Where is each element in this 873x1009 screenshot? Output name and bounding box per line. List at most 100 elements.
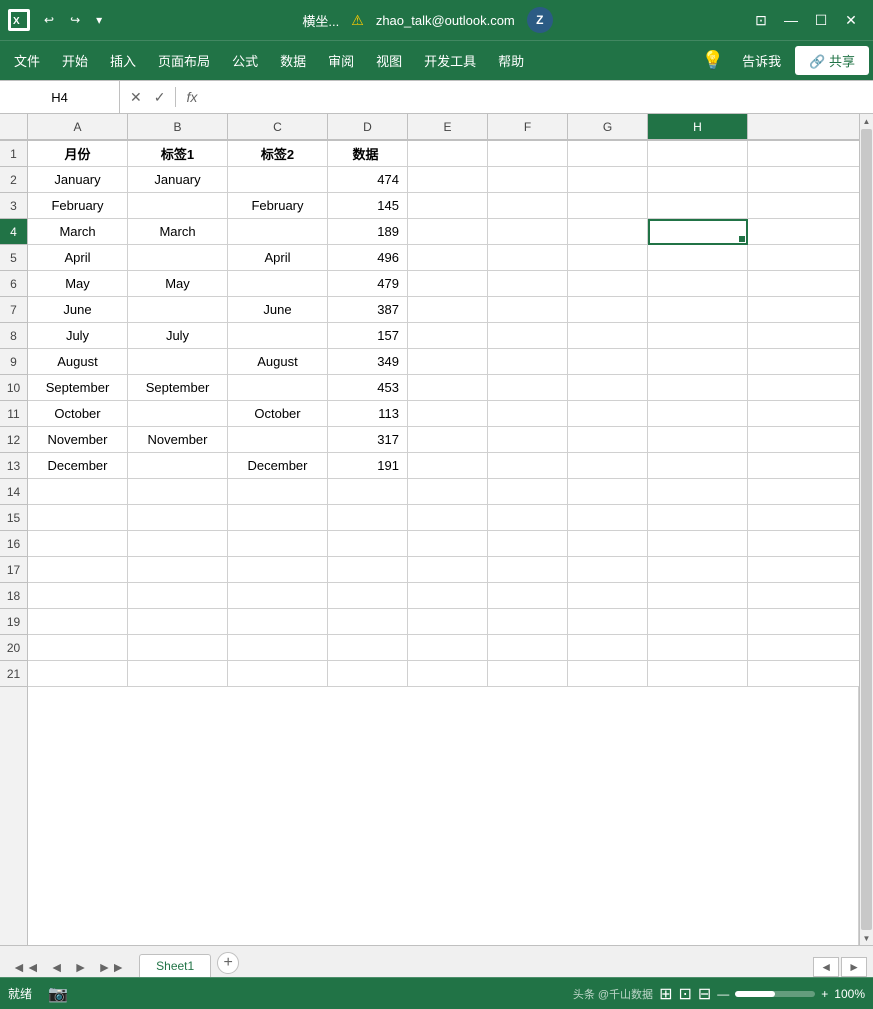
cell-g8[interactable] [568, 323, 648, 349]
cell-e2[interactable] [408, 167, 488, 193]
cell-h4[interactable] [648, 219, 748, 245]
row-num-18[interactable]: 18 [0, 583, 27, 609]
cell-b5[interactable] [128, 245, 228, 271]
zoom-plus[interactable]: + [821, 987, 828, 1001]
cell-e14[interactable] [408, 479, 488, 505]
cell-b8[interactable]: July [128, 323, 228, 349]
tell-me-text[interactable]: 告诉我 [736, 47, 787, 74]
cell-h8[interactable] [648, 323, 748, 349]
fx-button[interactable]: fx [182, 87, 201, 107]
cell-e16[interactable] [408, 531, 488, 557]
cell-g17[interactable] [568, 557, 648, 583]
cell-a9[interactable]: August [28, 349, 128, 375]
cell-b2[interactable]: January [128, 167, 228, 193]
cell-h16[interactable] [648, 531, 748, 557]
menu-help[interactable]: 帮助 [488, 47, 534, 74]
cell-b1[interactable]: 标签1 [128, 141, 228, 167]
cell-c15[interactable] [228, 505, 328, 531]
scroll-left-button[interactable]: ◄ [813, 957, 839, 977]
close-button[interactable]: ✕ [837, 7, 865, 33]
formula-input[interactable] [207, 81, 873, 113]
cell-g12[interactable] [568, 427, 648, 453]
cell-d14[interactable] [328, 479, 408, 505]
cell-a18[interactable] [28, 583, 128, 609]
cell-b21[interactable] [128, 661, 228, 687]
cell-d6[interactable]: 479 [328, 271, 408, 297]
menu-review[interactable]: 审阅 [318, 47, 364, 74]
row-num-15[interactable]: 15 [0, 505, 27, 531]
menu-file[interactable]: 文件 [4, 47, 50, 74]
cell-c7[interactable]: June [228, 297, 328, 323]
cell-a10[interactable]: September [28, 375, 128, 401]
cell-g6[interactable] [568, 271, 648, 297]
cell-a1[interactable]: 月份 [28, 141, 128, 167]
cell-b12[interactable]: November [128, 427, 228, 453]
cell-f14[interactable] [488, 479, 568, 505]
cell-f20[interactable] [488, 635, 568, 661]
cell-c17[interactable] [228, 557, 328, 583]
cell-f17[interactable] [488, 557, 568, 583]
cell-h21[interactable] [648, 661, 748, 687]
cell-c2[interactable] [228, 167, 328, 193]
cell-b20[interactable] [128, 635, 228, 661]
cell-f10[interactable] [488, 375, 568, 401]
cell-e15[interactable] [408, 505, 488, 531]
row-num-12[interactable]: 12 [0, 427, 27, 453]
cell-h12[interactable] [648, 427, 748, 453]
cell-e9[interactable] [408, 349, 488, 375]
cell-f7[interactable] [488, 297, 568, 323]
cell-d11[interactable]: 113 [328, 401, 408, 427]
cell-f15[interactable] [488, 505, 568, 531]
page-view-icon[interactable]: ⊡ [678, 984, 691, 1004]
row-num-1[interactable]: 1 [0, 141, 27, 167]
sheet-tab-sheet1[interactable]: Sheet1 [139, 954, 211, 977]
confirm-formula-button[interactable]: ✓ [150, 87, 170, 108]
cell-e7[interactable] [408, 297, 488, 323]
cell-g13[interactable] [568, 453, 648, 479]
row-num-5[interactable]: 5 [0, 245, 27, 271]
camera-icon[interactable]: 📷 [48, 984, 68, 1004]
cell-f13[interactable] [488, 453, 568, 479]
cell-e8[interactable] [408, 323, 488, 349]
cell-g7[interactable] [568, 297, 648, 323]
cell-d10[interactable]: 453 [328, 375, 408, 401]
row-num-3[interactable]: 3 [0, 193, 27, 219]
cell-c10[interactable] [228, 375, 328, 401]
cell-h19[interactable] [648, 609, 748, 635]
cell-c13[interactable]: December [228, 453, 328, 479]
cell-b9[interactable] [128, 349, 228, 375]
cell-h2[interactable] [648, 167, 748, 193]
cell-f12[interactable] [488, 427, 568, 453]
cell-e4[interactable] [408, 219, 488, 245]
cell-g18[interactable] [568, 583, 648, 609]
cell-g16[interactable] [568, 531, 648, 557]
col-header-e[interactable]: E [408, 114, 488, 140]
zoom-slider[interactable] [735, 991, 815, 997]
cell-d20[interactable] [328, 635, 408, 661]
cell-a3[interactable]: February [28, 193, 128, 219]
cell-b7[interactable] [128, 297, 228, 323]
cell-a15[interactable] [28, 505, 128, 531]
page-break-icon[interactable]: ⊟ [698, 984, 711, 1004]
cell-e10[interactable] [408, 375, 488, 401]
cell-a4[interactable]: March [28, 219, 128, 245]
cell-b11[interactable] [128, 401, 228, 427]
cell-e19[interactable] [408, 609, 488, 635]
cell-a21[interactable] [28, 661, 128, 687]
cell-c6[interactable] [228, 271, 328, 297]
cell-f1[interactable] [488, 141, 568, 167]
cell-b16[interactable] [128, 531, 228, 557]
row-num-16[interactable]: 16 [0, 531, 27, 557]
cell-a6[interactable]: May [28, 271, 128, 297]
cell-b6[interactable]: May [128, 271, 228, 297]
row-num-19[interactable]: 19 [0, 609, 27, 635]
cell-c20[interactable] [228, 635, 328, 661]
menu-page-layout[interactable]: 页面布局 [148, 47, 220, 74]
cell-h15[interactable] [648, 505, 748, 531]
cell-c14[interactable] [228, 479, 328, 505]
cell-h17[interactable] [648, 557, 748, 583]
cell-g9[interactable] [568, 349, 648, 375]
cell-g1[interactable] [568, 141, 648, 167]
cell-a19[interactable] [28, 609, 128, 635]
cell-h6[interactable] [648, 271, 748, 297]
